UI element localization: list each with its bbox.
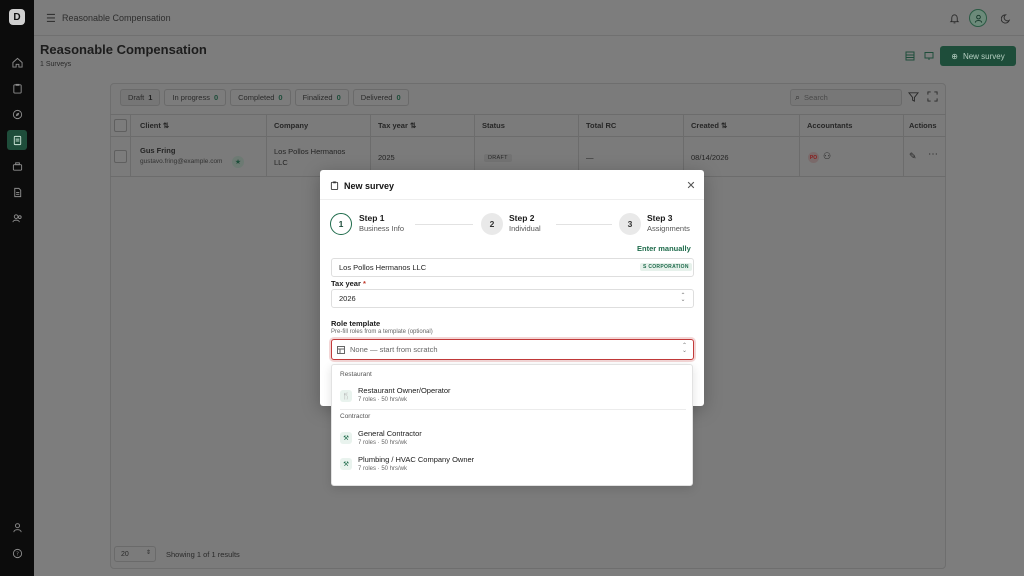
- filter-finalized[interactable]: Finalized 0: [294, 89, 349, 106]
- company-name-line2: LLC: [274, 158, 288, 167]
- client-name[interactable]: Gus Fring: [140, 146, 175, 155]
- group-divider: [340, 409, 686, 410]
- step-1-title: Step 1: [359, 213, 385, 223]
- top-bar: ☰ Reasonable Compensation: [34, 0, 1024, 36]
- plus-circle-icon: ⊕: [951, 51, 958, 61]
- client-email: gustavo.fring@example.com: [140, 158, 223, 165]
- accountant-avatar[interactable]: PO: [808, 152, 819, 163]
- search-icon: ⌕: [795, 92, 801, 102]
- tax-year-label: Tax year *: [331, 279, 366, 288]
- clipboard-icon[interactable]: [7, 78, 27, 98]
- step-3-indicator[interactable]: 3: [619, 213, 641, 235]
- tax-year-input[interactable]: 2026: [331, 289, 694, 308]
- home-icon[interactable]: [7, 52, 27, 72]
- filter-draft[interactable]: Draft 1: [120, 89, 161, 106]
- th-accountants: Accountants: [807, 121, 853, 130]
- filter-completed[interactable]: Completed 0: [230, 89, 291, 106]
- group-label-restaurant: Restaurant: [340, 371, 372, 378]
- chevron-updown-icon: ⌃ ⌄: [681, 343, 687, 354]
- total-rc-cell: —: [586, 153, 594, 162]
- user-avatar-icon[interactable]: [969, 9, 987, 27]
- step-3-subtitle: Assignments: [647, 224, 690, 233]
- bell-icon[interactable]: [945, 9, 963, 27]
- more-options-icon[interactable]: ⋯: [928, 149, 938, 160]
- select-all-checkbox[interactable]: [114, 119, 127, 132]
- th-created[interactable]: Created ⇅: [691, 121, 727, 130]
- th-client[interactable]: Client ⇅: [140, 121, 169, 130]
- option-restaurant-owner[interactable]: 🍴 Restaurant Owner/Operator 7 roles · 50…: [332, 381, 692, 407]
- th-tax-year[interactable]: Tax year ⇅: [378, 121, 416, 130]
- hamburger-menu-icon[interactable]: ☰: [46, 12, 56, 25]
- hammer-icon: ⚒: [340, 458, 352, 470]
- edit-icon[interactable]: ✎: [909, 151, 917, 162]
- survey-count: 1 Surveys: [40, 61, 72, 68]
- grid-view-icon[interactable]: [903, 49, 917, 63]
- results-summary: Showing 1 of 1 results: [166, 550, 240, 559]
- users-icon[interactable]: [7, 208, 27, 228]
- modal-divider: [320, 199, 704, 200]
- th-company: Company: [274, 121, 309, 130]
- page-title: Reasonable Compensation: [40, 42, 207, 57]
- profile-icon[interactable]: [7, 517, 27, 537]
- step-3-title: Step 3: [647, 213, 673, 223]
- search-input[interactable]: ⌕ Search: [790, 89, 902, 106]
- new-survey-label: New survey: [962, 51, 1005, 61]
- th-total-rc: Total RC: [586, 121, 617, 130]
- role-template-placeholder: None — start from scratch: [350, 345, 438, 354]
- status-badge: DRAFT: [484, 154, 512, 162]
- th-status: Status: [482, 121, 505, 130]
- step-connector: [415, 224, 473, 225]
- dark-mode-moon-icon[interactable]: [997, 9, 1015, 27]
- enter-manually-link[interactable]: Enter manually: [637, 244, 691, 253]
- created-date-cell: 08/14/2026: [691, 153, 729, 162]
- entity-type-badge: S CORPORATION: [640, 263, 692, 271]
- company-name-line1: Los Pollos Hermanos: [274, 147, 346, 156]
- assign-user-icon[interactable]: ⚇: [823, 151, 831, 162]
- app-logo[interactable]: D: [9, 9, 25, 25]
- side-rail: D ?: [0, 0, 34, 576]
- row-checkbox[interactable]: [114, 150, 127, 163]
- filter-delivered[interactable]: Delivered 0: [352, 89, 409, 106]
- tax-year-cell: 2025: [378, 153, 395, 162]
- step-connector: [556, 224, 612, 225]
- role-template-dropdown: Restaurant 🍴 Restaurant Owner/Operator 7…: [331, 364, 693, 486]
- hammer-icon: ⚒: [340, 432, 352, 444]
- help-icon[interactable]: ?: [7, 543, 27, 563]
- briefcase-icon[interactable]: [7, 156, 27, 176]
- step-2-title: Step 2: [509, 213, 535, 223]
- survey-icon[interactable]: [7, 130, 27, 150]
- role-template-select[interactable]: None — start from scratch ⌃ ⌄: [331, 339, 694, 360]
- status-filters: Draft 1 In progress 0 Completed 0 Finalized…: [120, 89, 409, 106]
- clipboard-icon: [330, 181, 340, 191]
- page-size-select[interactable]: 20 ⇕: [114, 546, 156, 562]
- step-2-indicator[interactable]: 2: [481, 213, 503, 235]
- breadcrumb: Reasonable Compensation: [62, 13, 171, 23]
- role-template-helper: Pre-fill roles from a template (optional…: [331, 329, 433, 335]
- stepper-chevrons-icon[interactable]: ⌃ ⌄: [679, 293, 687, 303]
- new-survey-button[interactable]: ⊕ New survey: [940, 46, 1016, 66]
- role-template-label: Role template: [331, 319, 381, 328]
- presentation-icon[interactable]: [922, 49, 936, 63]
- fork-knife-icon: 🍴: [340, 390, 352, 402]
- star-icon[interactable]: ★: [232, 156, 244, 168]
- group-label-contractor: Contractor: [340, 413, 371, 420]
- search-placeholder: Search: [804, 93, 828, 102]
- option-general-contractor[interactable]: ⚒ General Contractor 7 roles · 50 hrs/wk: [332, 423, 692, 449]
- option-plumbing-hvac[interactable]: ⚒ Plumbing / HVAC Company Owner 7 roles …: [332, 450, 692, 476]
- th-actions: Actions: [909, 121, 937, 130]
- app-root: D ? ☰ Reasonable Compensation Reasonable…: [0, 0, 1024, 576]
- fullscreen-icon[interactable]: [927, 91, 939, 103]
- document-icon[interactable]: [7, 182, 27, 202]
- template-grid-icon: [337, 345, 345, 354]
- step-1-subtitle: Business Info: [359, 224, 405, 233]
- compass-icon[interactable]: [7, 104, 27, 124]
- filter-in-progress[interactable]: In progress 0: [164, 89, 227, 106]
- svg-text:?: ?: [16, 551, 19, 557]
- modal-title: New survey: [344, 181, 395, 191]
- filter-icon[interactable]: [907, 91, 920, 103]
- chevron-updown-icon: ⇕: [145, 550, 151, 556]
- close-icon[interactable]: ✕: [685, 179, 697, 192]
- step-2-subtitle: Individual: [509, 224, 541, 233]
- step-1-indicator[interactable]: 1: [330, 213, 352, 235]
